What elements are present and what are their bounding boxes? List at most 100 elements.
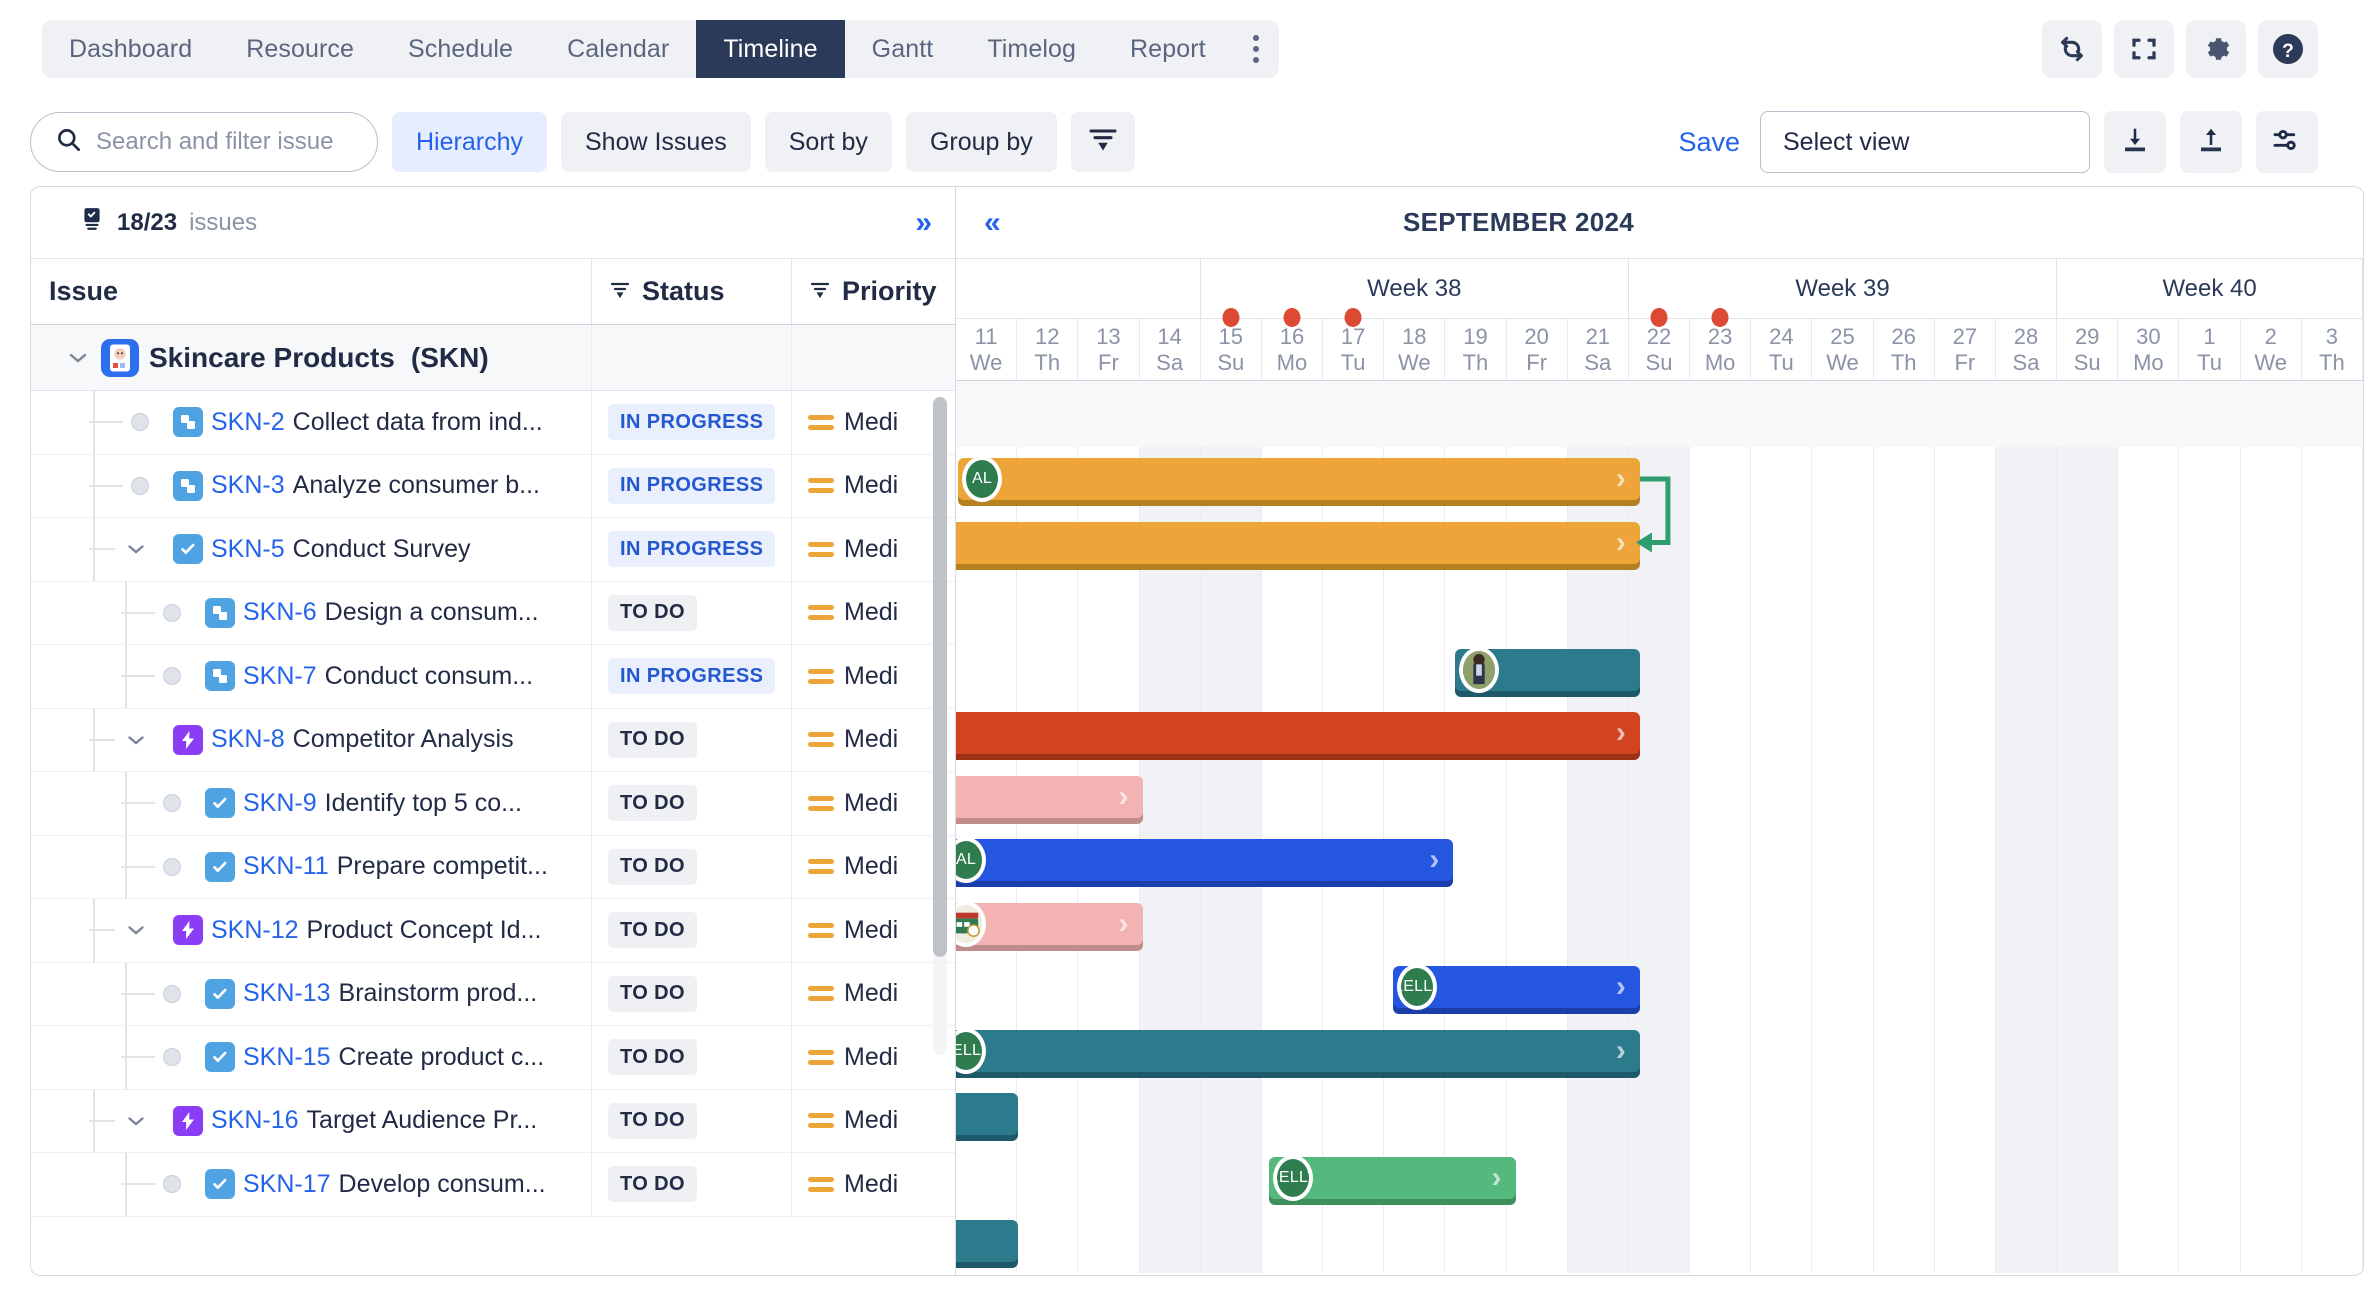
gantt-bar[interactable]: › <box>956 521 1640 564</box>
issue-key[interactable]: SKN-12 <box>211 916 299 945</box>
issue-key[interactable]: SKN-17 <box>243 1170 331 1199</box>
priority-cell[interactable]: Medi <box>791 1153 955 1216</box>
priority-cell[interactable]: Medi <box>791 454 955 517</box>
table-row[interactable]: SKN-15 Create product c... TO DO Medi <box>31 1026 955 1090</box>
status-cell[interactable]: TO DO <box>591 835 791 898</box>
table-row[interactable]: SKN-11 Prepare competit... TO DO Medi <box>31 835 955 899</box>
status-cell[interactable]: TO DO <box>591 708 791 771</box>
column-header-status[interactable]: Status <box>591 259 791 324</box>
assignee-avatar[interactable]: AL <box>962 456 1002 502</box>
assignee-avatar[interactable]: KELLY <box>956 1027 986 1074</box>
issue-key[interactable]: SKN-16 <box>211 1106 299 1135</box>
status-cell[interactable]: TO DO <box>591 1089 791 1152</box>
project-collapse-caret[interactable] <box>65 351 91 365</box>
status-cell[interactable]: IN PROGRESS <box>591 518 791 581</box>
assignee-avatar[interactable]: KELLY <box>1397 964 1438 1010</box>
row-expand-caret[interactable] <box>123 543 149 555</box>
table-row[interactable]: SKN-13 Brainstorm prod... TO DO Medi <box>31 962 955 1026</box>
nav-tab-calendar[interactable]: Calendar <box>540 20 696 78</box>
row-expand-caret[interactable] <box>123 924 149 936</box>
table-row[interactable]: SKN-7 Conduct consum... IN PROGRESS Medi <box>31 645 955 709</box>
issue-key[interactable]: SKN-3 <box>211 471 285 500</box>
issue-key[interactable]: SKN-7 <box>243 662 317 691</box>
search-box[interactable] <box>30 112 378 172</box>
help-button[interactable]: ? <box>2258 20 2318 78</box>
priority-cell[interactable]: Medi <box>791 708 955 771</box>
gantt-bar[interactable]: › <box>956 712 1640 754</box>
column-header-issue[interactable]: Issue <box>31 276 591 307</box>
status-cell[interactable]: IN PROGRESS <box>591 391 791 454</box>
gantt-bar[interactable]: AL › <box>956 837 1454 883</box>
nav-tab-timelog[interactable]: Timelog <box>960 20 1103 78</box>
priority-cell[interactable]: Medi <box>791 835 955 898</box>
priority-cell[interactable]: Medi <box>791 772 955 835</box>
gantt-bar[interactable]: AL › <box>958 456 1640 502</box>
issue-list-scrollbar[interactable] <box>933 397 947 1055</box>
save-button[interactable]: Save <box>1678 127 1740 158</box>
table-row[interactable]: SKN-3 Analyze consumer b... IN PROGRESS Med… <box>31 454 955 518</box>
gantt-bar[interactable] <box>1455 646 1640 693</box>
assignee-avatar[interactable] <box>956 900 986 947</box>
nav-tab-resource[interactable]: Resource <box>219 20 381 78</box>
status-cell[interactable]: IN PROGRESS <box>591 645 791 708</box>
scrollbar-thumb[interactable] <box>933 397 947 957</box>
fullscreen-button[interactable] <box>2114 20 2174 78</box>
priority-cell[interactable]: Medi <box>791 899 955 962</box>
assignee-avatar[interactable]: AL <box>956 837 986 883</box>
nav-tab-gantt[interactable]: Gantt <box>845 20 961 78</box>
table-row[interactable]: SKN-5 Conduct Survey IN PROGRESS Medi <box>31 518 955 582</box>
nav-tab-timeline[interactable]: Timeline <box>696 20 845 78</box>
sort-by-button[interactable]: Sort by <box>764 112 892 172</box>
gantt-bar[interactable] <box>956 1220 1019 1262</box>
refresh-button[interactable] <box>2042 20 2102 78</box>
status-cell[interactable]: TO DO <box>591 1026 791 1089</box>
table-row[interactable]: SKN-16 Target Audience Pr... TO DO Medi <box>31 1089 955 1153</box>
nav-tab-report[interactable]: Report <box>1103 20 1233 78</box>
status-cell[interactable]: TO DO <box>591 581 791 644</box>
select-view-dropdown[interactable]: Select view <box>1760 111 2090 173</box>
table-row[interactable]: SKN-2 Collect data from ind... IN PROGRESS… <box>31 391 955 455</box>
show-issues-button[interactable]: Show Issues <box>560 112 751 172</box>
display-settings-button[interactable] <box>2256 111 2318 173</box>
table-row[interactable]: SKN-8 Competitor Analysis TO DO Medi <box>31 708 955 772</box>
assignee-avatar[interactable] <box>1459 646 1500 693</box>
issue-key[interactable]: SKN-8 <box>211 725 285 754</box>
nav-more-button[interactable] <box>1233 20 1279 78</box>
priority-cell[interactable]: Medi <box>791 1089 955 1152</box>
gantt-bar[interactable]: › <box>956 775 1143 818</box>
assignee-avatar[interactable]: KELLY <box>1272 1154 1313 1201</box>
gantt-bar[interactable] <box>956 1093 1019 1135</box>
status-cell[interactable]: IN PROGRESS <box>591 454 791 517</box>
nav-tab-dashboard[interactable]: Dashboard <box>42 20 219 78</box>
gantt-bar[interactable]: KELLY › <box>956 1027 1640 1074</box>
column-header-priority[interactable]: Priority <box>791 259 955 324</box>
table-row[interactable]: SKN-12 Product Concept Id... TO DO Medi <box>31 899 955 963</box>
search-input[interactable] <box>96 128 357 156</box>
priority-cell[interactable]: Medi <box>791 645 955 708</box>
issue-key[interactable]: SKN-11 <box>243 852 329 881</box>
issue-key[interactable]: SKN-13 <box>243 979 331 1008</box>
row-expand-caret[interactable] <box>123 1115 149 1127</box>
priority-cell[interactable]: Medi <box>791 962 955 1025</box>
project-row[interactable]: Skincare Products (SKN) <box>31 325 955 391</box>
nav-tab-schedule[interactable]: Schedule <box>381 20 540 78</box>
settings-button[interactable] <box>2186 20 2246 78</box>
issue-key[interactable]: SKN-15 <box>243 1043 331 1072</box>
group-by-button[interactable]: Group by <box>905 112 1057 172</box>
table-row[interactable]: SKN-6 Design a consum... TO DO Medi <box>31 581 955 645</box>
table-row[interactable]: SKN-9 Identify top 5 co... TO DO Medi <box>31 772 955 836</box>
status-cell[interactable]: TO DO <box>591 1153 791 1216</box>
gantt-bar[interactable]: KELLY › <box>1393 964 1640 1010</box>
gantt-bar[interactable]: KELLY › <box>1268 1154 1516 1201</box>
chevron-double-left-icon[interactable]: « <box>984 206 1001 240</box>
priority-cell[interactable]: Medi <box>791 518 955 581</box>
issue-key[interactable]: SKN-2 <box>211 408 285 437</box>
filter-button[interactable] <box>1070 112 1135 172</box>
hierarchy-button[interactable]: Hierarchy <box>392 112 547 172</box>
issue-key[interactable]: SKN-5 <box>211 535 285 564</box>
status-cell[interactable]: TO DO <box>591 772 791 835</box>
upload-button[interactable] <box>2180 111 2242 173</box>
chevron-double-right-icon[interactable]: » <box>915 206 932 240</box>
priority-cell[interactable]: Medi <box>791 1026 955 1089</box>
download-button[interactable] <box>2104 111 2166 173</box>
